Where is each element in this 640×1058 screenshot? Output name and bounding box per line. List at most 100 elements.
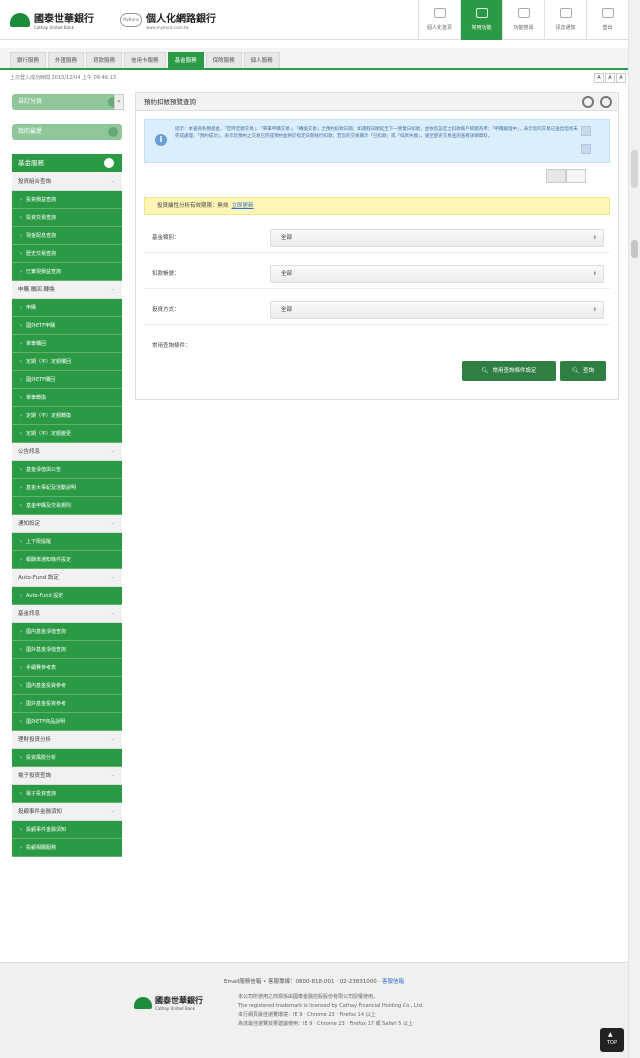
tab-credit-card-service[interactable]: 信用卡服務 — [124, 52, 166, 68]
account-select[interactable]: 全部 ⬍ — [270, 265, 604, 283]
view-toggle — [546, 169, 586, 183]
sidebar-link[interactable]: 國外ETF贖回 — [12, 371, 122, 389]
sidebar-link[interactable]: 單筆贖回 — [12, 335, 122, 353]
customer-mail-link[interactable]: 客服信箱 — [382, 979, 404, 985]
mybank-url: www.mybank.com.tw — [146, 25, 189, 30]
filter-label: 基金類別： — [152, 235, 180, 241]
risk-warning: 投資屬性分析有效期限：無效 立即更新 — [144, 197, 610, 215]
bank-name-en: Cathay United Bank — [34, 25, 74, 30]
cathay-logo[interactable]: 國泰世華銀行 Cathay United Bank — [10, 10, 94, 30]
sidebar-link[interactable]: 基金大事紀及活動說明 — [12, 479, 122, 497]
info-icon: i — [155, 134, 167, 146]
settings-icon[interactable] — [108, 127, 118, 137]
fund-type-select[interactable]: 全部 ⬍ — [270, 229, 604, 247]
sidebar-link[interactable]: 手續費參考表 — [12, 659, 122, 677]
collapse-icon: – — [111, 449, 114, 455]
common-conditions-label: 常用查詢條件： — [152, 343, 191, 349]
sidebar-link[interactable]: 國外ETF商品說明 — [12, 713, 122, 731]
person-icon — [433, 8, 446, 18]
sidebar-link[interactable]: 定期（不）定額變更 — [12, 425, 122, 443]
sidebar-group-header[interactable]: 通知設定 – — [12, 515, 122, 533]
site-footer: Email服務信箱 • 客服專線：0800-818-001 ‧ 02-23831… — [0, 962, 628, 1058]
scrollbar-thumb[interactable] — [631, 240, 638, 258]
font-size-controls: A A A — [593, 73, 626, 83]
favorites-pill[interactable]: 我的最愛 — [12, 124, 122, 140]
nav-common-functions[interactable]: 常用功能 — [460, 0, 502, 40]
common-conditions-settings-button[interactable]: 🔍︎ 常用查詢條件設定 — [462, 361, 556, 381]
minus-icon[interactable] — [104, 158, 114, 168]
sidebar-link[interactable]: 現金配息查詢 — [12, 227, 122, 245]
service-tabs: 銀行服務 外匯服務 貸款服務 信用卡服務 基金服務 保險服務 個人服務 — [0, 48, 628, 70]
font-size-large-button[interactable]: A — [616, 73, 626, 83]
collapse-icon: – — [111, 179, 114, 185]
scroll-down-icon[interactable] — [581, 144, 591, 154]
nav-personal-home[interactable]: 個人化首頁 — [418, 0, 460, 40]
sidebar-link[interactable]: 國外基金投資參考 — [12, 695, 122, 713]
card-view-icon[interactable] — [566, 169, 586, 183]
vertical-scrollbar[interactable] — [628, 0, 640, 1058]
nav-logout[interactable]: 登出 — [586, 0, 628, 40]
sidebar-link[interactable]: 申購 — [12, 299, 122, 317]
sidebar-group-header[interactable]: 申購.贖回.轉換 – — [12, 281, 122, 299]
sidebar-link[interactable]: 基金淨值與公告 — [12, 461, 122, 479]
sidebar-link[interactable]: 基金申購及交易規則 — [12, 497, 122, 515]
tab-personal-service[interactable]: 個人服務 — [243, 52, 280, 68]
nav-messages[interactable]: 訊息通知 — [544, 0, 586, 40]
collapse-icon: – — [111, 773, 114, 779]
sidebar-link[interactable]: 國內基金淨值查詢 — [12, 623, 122, 641]
tab-loan-service[interactable]: 貸款服務 — [86, 52, 123, 68]
scroll-up-icon[interactable] — [581, 126, 591, 136]
font-size-medium-button[interactable]: A — [605, 73, 615, 83]
gear-icon[interactable] — [600, 96, 612, 108]
sidebar-link[interactable]: 投資風險分析 — [12, 749, 122, 767]
tab-bank-service[interactable]: 銀行服務 — [10, 52, 47, 68]
query-button[interactable]: 🔍︎ 查詢 — [560, 361, 606, 381]
tab-insurance-service[interactable]: 保險服務 — [205, 52, 242, 68]
filter-row-account: 扣款帳號： 全部 ⬍ — [144, 257, 610, 289]
sidebar-group-header[interactable]: 電子投資查詢 – — [12, 767, 122, 785]
back-to-top-button[interactable]: TOP — [600, 1020, 624, 1052]
last-login-status: 上次登入成功時間 2015/12/04 上午 09:46:13 — [10, 75, 117, 81]
sidebar-link[interactable]: 歷史交易查詢 — [12, 245, 122, 263]
grid-icon — [475, 8, 488, 18]
sidebar: 自訂分頁 我的最愛 基金服務 投資組合查詢–投資損益查詢投資交易查詢現金配息查詢… — [12, 94, 122, 857]
sidebar-link[interactable]: 報酬率通知條件設定 — [12, 551, 122, 569]
sidebar-link[interactable]: 國外ETF申購 — [12, 317, 122, 335]
list-view-icon[interactable] — [546, 169, 566, 183]
sidebar-link[interactable]: 單筆轉換 — [12, 389, 122, 407]
sidebar-group-header[interactable]: 投資組合查詢 – — [12, 173, 122, 191]
sidebar-link[interactable]: 國內基金投資參考 — [12, 677, 122, 695]
footer-contact: Email服務信箱 • 客服專線：0800-818-001 ‧ 02-23831… — [224, 979, 404, 985]
sidebar-link[interactable]: Auto-Fund 設定 — [12, 587, 122, 605]
font-size-small-button[interactable]: A — [594, 73, 604, 83]
refresh-icon[interactable] — [582, 96, 594, 108]
sidebar-link[interactable]: 電子投資查詢 — [12, 785, 122, 803]
collapse-sidebar-button[interactable]: « — [114, 94, 124, 110]
sidebar-link[interactable]: 定期（不）定額贖回 — [12, 353, 122, 371]
sidebar-link[interactable]: 投資交易查詢 — [12, 209, 122, 227]
select-arrows-icon: ⬍ — [592, 307, 597, 313]
tab-fund-service[interactable]: 基金服務 — [167, 52, 204, 68]
collapse-icon: – — [111, 287, 114, 293]
custom-page-pill[interactable]: 自訂分頁 — [12, 94, 122, 110]
sidebar-link[interactable]: 定期（不）定額轉換 — [12, 407, 122, 425]
invest-method-select[interactable]: 全部 ⬍ — [270, 301, 604, 319]
search-icon: 🔍︎ — [572, 368, 579, 374]
sidebar-link[interactable]: 上下限提醒 — [12, 533, 122, 551]
sidebar-link[interactable]: 國外基金淨值查詢 — [12, 641, 122, 659]
sidebar-group-header[interactable]: 理財投資分析 – — [12, 731, 122, 749]
nav-function-search[interactable]: 功能搜尋 — [502, 0, 544, 40]
filter-label: 投資方式： — [152, 307, 180, 313]
sidebar-link[interactable]: 已實現損益查詢 — [12, 263, 122, 281]
sidebar-group-header[interactable]: Auto-Fund 設定 – — [12, 569, 122, 587]
sidebar-link[interactable]: 投顧相關服務 — [12, 839, 122, 857]
sidebar-link[interactable]: 投資損益查詢 — [12, 191, 122, 209]
tab-forex-service[interactable]: 外匯服務 — [48, 52, 85, 68]
select-arrows-icon: ⬍ — [592, 235, 597, 241]
mybank-logo[interactable]: MyBank 個人化網路銀行 www.mybank.com.tw — [120, 10, 216, 30]
sidebar-group-header[interactable]: 公告訊息 – — [12, 443, 122, 461]
sidebar-group-header[interactable]: 基金訊息 – — [12, 605, 122, 623]
sidebar-group-header[interactable]: 投顧事件金融須知 – — [12, 803, 122, 821]
update-now-link[interactable]: 立即更新 — [232, 203, 254, 209]
sidebar-link[interactable]: 投顧事件金融須知 — [12, 821, 122, 839]
